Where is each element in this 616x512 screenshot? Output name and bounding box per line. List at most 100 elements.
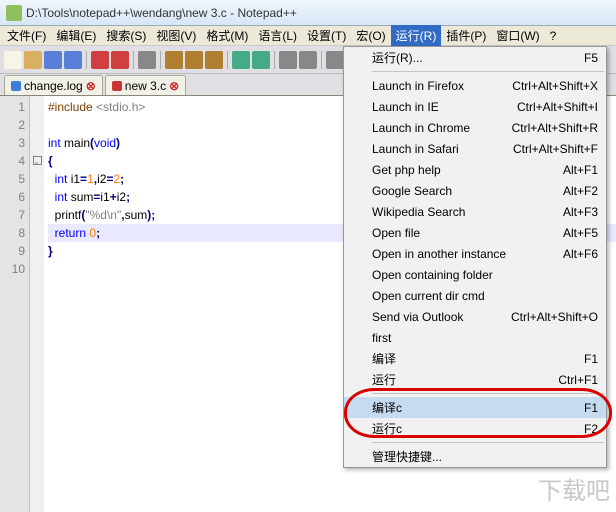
menu-item-shortcut: Alt+F5 xyxy=(563,226,598,240)
open-icon[interactable] xyxy=(24,51,42,69)
close-icon[interactable] xyxy=(91,51,109,69)
menu-item-label: Launch in IE xyxy=(372,100,439,114)
close-icon[interactable]: ⊗ xyxy=(169,79,179,93)
menu-item-2[interactable]: Launch in Firefox Ctrl+Alt+Shift+X xyxy=(344,75,606,96)
menu-item-shortcut: Alt+F1 xyxy=(563,163,598,177)
menu-item-shortcut: Ctrl+Alt+Shift+X xyxy=(512,79,598,93)
print-icon[interactable] xyxy=(138,51,156,69)
window-title: D:\Tools\notepad++\wendang\new 3.c - Not… xyxy=(26,6,297,20)
separator xyxy=(133,51,134,69)
menu-item-6[interactable]: Get php help Alt+F1 xyxy=(344,159,606,180)
menu-item-label: Launch in Firefox xyxy=(372,79,464,93)
menu-item-14[interactable]: first xyxy=(344,327,606,348)
menu-item-label: 运行(R)... xyxy=(372,49,423,66)
menu-10[interactable]: 窗口(W) xyxy=(491,25,544,46)
copy-icon[interactable] xyxy=(185,51,203,69)
menu-separator xyxy=(372,393,604,394)
menu-item-shortcut: F2 xyxy=(584,422,598,436)
menu-item-shortcut: Ctrl+Alt+Shift+F xyxy=(513,142,598,156)
menubar: 文件(F)编辑(E)搜索(S)视图(V)格式(M)语言(L)设置(T)宏(O)运… xyxy=(0,26,616,46)
menu-8[interactable]: 运行(R) xyxy=(391,25,442,46)
menu-item-19[interactable]: 运行cF2 xyxy=(344,418,606,439)
menu-item-label: 编译c xyxy=(372,399,402,416)
run-menu: 运行(R)...F5 Launch in Firefox Ctrl+Alt+Shif… xyxy=(343,46,607,468)
menu-0[interactable]: 文件(F) xyxy=(2,25,51,46)
menu-item-12[interactable]: Open current dir cmd xyxy=(344,285,606,306)
save-all-icon[interactable] xyxy=(64,51,82,69)
menu-item-11[interactable]: Open containing folder xyxy=(344,264,606,285)
menu-4[interactable]: 格式(M) xyxy=(201,25,253,46)
menu-2[interactable]: 搜索(S) xyxy=(101,25,151,46)
separator xyxy=(227,51,228,69)
new-icon[interactable] xyxy=(4,51,22,69)
undo-icon[interactable] xyxy=(232,51,250,69)
menu-item-label: Get php help xyxy=(372,163,441,177)
menu-item-label: Launch in Chrome xyxy=(372,121,470,135)
replace-icon[interactable] xyxy=(299,51,317,69)
find-icon[interactable] xyxy=(279,51,297,69)
menu-5[interactable]: 语言(L) xyxy=(253,25,302,46)
close-icon[interactable]: ⊗ xyxy=(86,79,96,93)
redo-icon[interactable] xyxy=(252,51,270,69)
paste-icon[interactable] xyxy=(205,51,223,69)
menu-item-shortcut: Ctrl+Alt+Shift+R xyxy=(512,121,598,135)
menu-item-shortcut: Ctrl+F1 xyxy=(558,373,598,387)
menu-item-10[interactable]: Open in another instance Alt+F6 xyxy=(344,243,606,264)
menu-item-label: Launch in Safari xyxy=(372,142,459,156)
app-icon xyxy=(6,5,22,21)
separator xyxy=(321,51,322,69)
menu-item-shortcut: Ctrl+Alt+Shift+O xyxy=(511,310,598,324)
menu-item-21[interactable]: 管理快捷键... xyxy=(344,446,606,467)
menu-item-15[interactable]: 编译 F1 xyxy=(344,348,606,369)
menu-item-13[interactable]: Send via Outlook Ctrl+Alt+Shift+O xyxy=(344,306,606,327)
menu-item-shortcut: Alt+F3 xyxy=(563,205,598,219)
close-all-icon[interactable] xyxy=(111,51,129,69)
menu-1[interactable]: 编辑(E) xyxy=(51,25,101,46)
titlebar: D:\Tools\notepad++\wendang\new 3.c - Not… xyxy=(0,0,616,26)
separator xyxy=(86,51,87,69)
menu-item-label: Wikipedia Search xyxy=(372,205,465,219)
line-gutter: 12345678910 xyxy=(0,96,30,512)
menu-item-label: 管理快捷键... xyxy=(372,448,442,465)
menu-9[interactable]: 插件(P) xyxy=(441,25,491,46)
tab-dirty-icon xyxy=(112,81,122,91)
menu-item-label: 运行 xyxy=(372,371,396,388)
menu-item-7[interactable]: Google Search Alt+F2 xyxy=(344,180,606,201)
separator xyxy=(274,51,275,69)
menu-11[interactable]: ? xyxy=(545,27,562,45)
separator xyxy=(160,51,161,69)
menu-item-label: Open current dir cmd xyxy=(372,289,485,303)
menu-item-shortcut: F1 xyxy=(584,352,598,366)
tab-0[interactable]: change.log⊗ xyxy=(4,75,103,95)
menu-item-18[interactable]: 编译c F1 xyxy=(344,397,606,418)
save-icon[interactable] xyxy=(44,51,62,69)
tab-1[interactable]: new 3.c⊗ xyxy=(105,75,186,95)
menu-item-label: first xyxy=(372,331,391,345)
menu-item-label: Open file xyxy=(372,226,420,240)
menu-item-shortcut: Alt+F6 xyxy=(563,247,598,261)
menu-item-0[interactable]: 运行(R)...F5 xyxy=(344,47,606,68)
zoom-in-icon[interactable] xyxy=(326,51,344,69)
menu-7[interactable]: 宏(O) xyxy=(351,25,390,46)
tab-label: change.log xyxy=(24,79,83,93)
menu-3[interactable]: 视图(V) xyxy=(151,25,201,46)
menu-separator xyxy=(372,71,604,72)
menu-item-label: 编译 xyxy=(372,350,396,367)
menu-item-8[interactable]: Wikipedia Search Alt+F3 xyxy=(344,201,606,222)
menu-item-shortcut: F1 xyxy=(584,401,598,415)
menu-item-3[interactable]: Launch in IECtrl+Alt+Shift+I xyxy=(344,96,606,117)
menu-separator xyxy=(372,442,604,443)
menu-item-shortcut: Alt+F2 xyxy=(563,184,598,198)
menu-item-label: Send via Outlook xyxy=(372,310,463,324)
menu-item-label: Open in another instance xyxy=(372,247,506,261)
menu-item-5[interactable]: Launch in Safari Ctrl+Alt+Shift+F xyxy=(344,138,606,159)
fold-margin xyxy=(30,96,44,512)
menu-item-label: Google Search xyxy=(372,184,452,198)
menu-6[interactable]: 设置(T) xyxy=(302,25,351,46)
tab-label: new 3.c xyxy=(125,79,166,93)
cut-icon[interactable] xyxy=(165,51,183,69)
tab-dirty-icon xyxy=(11,81,21,91)
menu-item-4[interactable]: Launch in Chrome Ctrl+Alt+Shift+R xyxy=(344,117,606,138)
menu-item-16[interactable]: 运行 Ctrl+F1 xyxy=(344,369,606,390)
menu-item-9[interactable]: Open file Alt+F5 xyxy=(344,222,606,243)
